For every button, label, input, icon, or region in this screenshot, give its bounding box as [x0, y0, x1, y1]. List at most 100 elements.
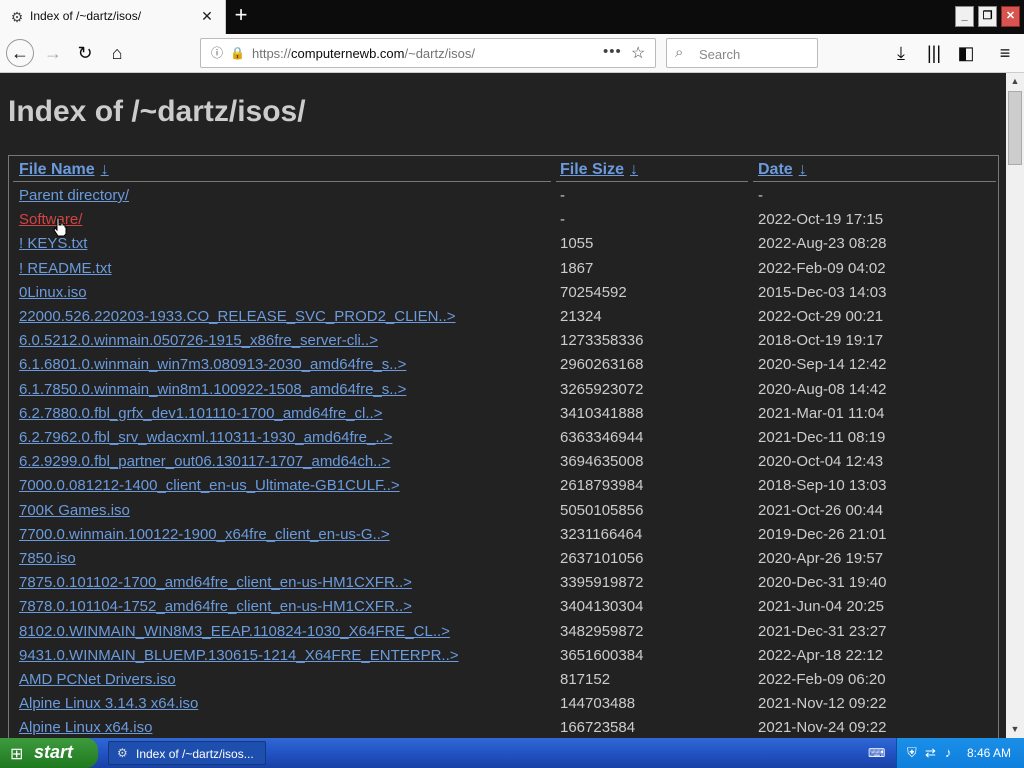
file-link[interactable]: ! README.txt: [19, 260, 112, 277]
file-link[interactable]: 6.2.9299.0.fbl_partner_out06.130117-1707…: [19, 453, 390, 470]
table-row: 6.2.9299.0.fbl_partner_out06.130117-1707…: [9, 450, 998, 474]
address-bar[interactable]: ⓘ 🔒 https://computernewb.com/~dartz/isos…: [200, 38, 656, 68]
table-row: 6.0.5212.0.winmain.050726-1915_x86fre_se…: [9, 329, 998, 353]
file-link[interactable]: 700K Games.iso: [19, 502, 130, 519]
lock-icon[interactable]: 🔒: [230, 45, 245, 61]
file-size: 3231166464: [560, 525, 643, 543]
table-row: 7878.0.101104-1752_amd64fre_client_en-us…: [9, 595, 998, 619]
table-row: 7000.0.081212-1400_client_en-us_Ultimate…: [9, 474, 998, 498]
minimize-button[interactable]: _: [955, 6, 974, 27]
file-link[interactable]: 6.0.5212.0.winmain.050726-1915_x86fre_se…: [19, 332, 378, 349]
file-date: 2021-Jun-04 20:25: [758, 598, 884, 616]
file-link[interactable]: AMD PCNet Drivers.iso: [19, 671, 176, 688]
taskbar-window-button[interactable]: ⚙ Index of /~dartz/isos...: [108, 741, 266, 765]
file-date: 2022-Apr-18 22:12: [758, 646, 884, 664]
file-link[interactable]: Alpine Linux x64.iso: [19, 719, 152, 736]
table-row: 0Linux.iso 70254592 2015-Dec-03 14:03: [9, 281, 998, 305]
back-button[interactable]: ←: [6, 39, 34, 67]
file-date: 2021-Dec-11 08:19: [758, 429, 886, 446]
file-size: 3694635008: [560, 453, 644, 471]
file-link[interactable]: 7875.0.101102-1700_amd64fre_client_en-us…: [19, 574, 412, 591]
search-box[interactable]: ⌕: [666, 38, 818, 68]
bookmark-star-icon[interactable]: ☆: [631, 43, 645, 63]
close-tab-icon[interactable]: ✕: [199, 7, 215, 25]
vertical-scrollbar[interactable]: ▲ ▼: [1006, 73, 1024, 738]
menu-button[interactable]: ≡: [991, 39, 1019, 67]
file-size: 2637101056: [560, 550, 644, 567]
table-row: 6.2.7962.0.fbl_srv_wdacxml.110311-1930_a…: [9, 426, 998, 450]
column-header-date[interactable]: Date ↓: [758, 161, 807, 179]
table-row: 7875.0.101102-1700_amd64fre_client_en-us…: [9, 571, 998, 595]
file-link[interactable]: Parent directory/: [19, 187, 129, 204]
table-row: ! README.txt 1867 2022-Feb-09 04:02: [9, 257, 998, 281]
file-link[interactable]: 6.1.7850.0.winmain_win8m1.100922-1508_am…: [19, 381, 406, 398]
search-icon: ⌕: [675, 44, 684, 61]
file-link[interactable]: 7850.iso: [19, 550, 76, 567]
hamburger-menu-icon: ≡: [999, 43, 1011, 63]
library-button[interactable]: |||: [920, 39, 948, 67]
table-row: 6.1.6801.0.winmain_win7m3.080913-2030_am…: [9, 353, 998, 377]
file-link[interactable]: 9431.0.WINMAIN_BLUEMP.130615-1214_X64FRE…: [19, 647, 459, 664]
page-actions-menu-icon[interactable]: •••: [603, 43, 622, 60]
file-size: 3482959872: [560, 622, 644, 640]
file-link[interactable]: 6.2.7880.0.fbl_grfx_dev1.101110-1700_amd…: [19, 405, 382, 422]
file-link[interactable]: 7000.0.081212-1400_client_en-us_Ultimate…: [19, 477, 400, 494]
file-size: 1273358336: [560, 332, 644, 350]
sidebar-button[interactable]: ◧: [952, 39, 980, 67]
windows-logo-icon: ⊞: [10, 746, 24, 763]
new-tab-button[interactable]: +: [230, 4, 252, 28]
downloads-button[interactable]: ⤓: [887, 39, 915, 67]
close-window-button[interactable]: ✕: [1001, 6, 1020, 27]
file-size: 1055: [560, 235, 594, 253]
search-input[interactable]: [697, 44, 811, 64]
info-icon[interactable]: ⓘ: [209, 45, 225, 61]
url-text[interactable]: https://computernewb.com/~dartz/isos/: [252, 46, 475, 61]
file-link[interactable]: 0Linux.iso: [19, 284, 87, 301]
scrollbar-thumb[interactable]: [1008, 91, 1022, 165]
column-header-file-size[interactable]: File Size ↓: [560, 161, 638, 179]
table-row: Alpine Linux x64.iso 166723584 2021-Nov-24…: [9, 716, 998, 738]
file-date: 2022-Feb-09 06:20: [758, 671, 886, 688]
sort-arrow-icon[interactable]: ↓: [101, 161, 109, 178]
page-title: Index of /~dartz/isos/: [8, 95, 306, 128]
file-date: 2021-Nov-24 09:22: [758, 719, 887, 737]
file-date: 2021-Nov-12 09:22: [758, 695, 887, 713]
reload-button[interactable]: ↻: [71, 39, 99, 67]
maximize-button[interactable]: ❐: [978, 6, 997, 27]
sort-arrow-icon[interactable]: ↓: [799, 161, 807, 178]
table-row: 7850.iso 2637101056 2020-Apr-26 19:57: [9, 547, 998, 571]
file-link[interactable]: 7878.0.101104-1752_amd64fre_client_en-us…: [19, 598, 412, 615]
forward-button[interactable]: →: [39, 39, 67, 67]
scroll-up-icon[interactable]: ▲: [1006, 73, 1024, 90]
file-link[interactable]: 6.2.7962.0.fbl_srv_wdacxml.110311-1930_a…: [19, 429, 392, 446]
column-header-file-name[interactable]: File Name ↓: [19, 161, 109, 179]
file-link[interactable]: Software/: [19, 211, 82, 228]
file-link[interactable]: ! KEYS.txt: [19, 235, 87, 252]
browser-tab[interactable]: ⚙ Index of /~dartz/isos/ ✕: [0, 0, 226, 34]
sort-arrow-icon[interactable]: ↓: [630, 161, 638, 178]
volume-icon[interactable]: ♪: [945, 745, 952, 760]
network-icon[interactable]: ⇄: [925, 745, 936, 761]
system-tray: ⛨ ⇄ ♪ 8:46 AM: [896, 738, 1024, 768]
file-size: 6363346944: [560, 429, 644, 446]
file-link[interactable]: Alpine Linux 3.14.3 x64.iso: [19, 695, 198, 712]
file-date: 2022-Oct-19 17:15: [758, 211, 884, 229]
sidebar-icon: ◧: [957, 43, 975, 63]
security-shield-icon[interactable]: ⛨: [907, 745, 917, 761]
start-button[interactable]: ⊞ start: [0, 738, 98, 768]
download-icon: ⤓: [897, 43, 905, 63]
home-button[interactable]: ⌂: [103, 39, 131, 67]
table-row: 6.1.7850.0.winmain_win8m1.100922-1508_am…: [9, 378, 998, 402]
header-divider: [753, 181, 996, 182]
file-size: 144703488: [560, 695, 636, 713]
file-date: 2020-Apr-26 19:57: [758, 550, 884, 567]
file-date: 2022-Feb-09 04:02: [758, 259, 886, 277]
scroll-down-icon[interactable]: ▼: [1006, 721, 1024, 738]
file-link[interactable]: 22000.526.220203-1933.CO_RELEASE_SVC_PRO…: [19, 308, 456, 325]
file-link[interactable]: 7700.0.winmain.100122-1900_x64fre_client…: [19, 526, 390, 543]
table-row: 22000.526.220203-1933.CO_RELEASE_SVC_PRO…: [9, 305, 998, 329]
file-link[interactable]: 6.1.6801.0.winmain_win7m3.080913-2030_am…: [19, 356, 406, 373]
keyboard-icon[interactable]: ⌨: [868, 746, 885, 760]
table-row: Parent directory/ - -: [9, 184, 998, 208]
file-link[interactable]: 8102.0.WINMAIN_WIN8M3_EEAP.110824-1030_X…: [19, 623, 450, 640]
